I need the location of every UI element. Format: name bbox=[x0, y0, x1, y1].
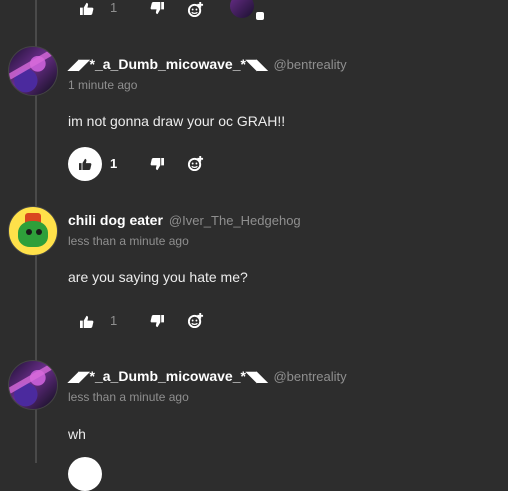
thumbs-up-icon bbox=[79, 2, 93, 15]
add-reaction-button[interactable] bbox=[185, 0, 205, 18]
timestamp: less than a minute ago bbox=[68, 234, 189, 248]
like-button[interactable] bbox=[76, 0, 96, 16]
avatar[interactable] bbox=[8, 46, 58, 96]
dislike-button[interactable] bbox=[147, 0, 167, 16]
like-button[interactable] bbox=[68, 457, 102, 491]
thumbs-down-icon bbox=[150, 314, 164, 327]
username[interactable]: chili dog eater bbox=[68, 212, 163, 228]
username[interactable]: ◢◤*_a_Dumb_micowave_*◥◣ bbox=[68, 56, 267, 73]
dislike-button[interactable] bbox=[147, 156, 167, 172]
timestamp: less than a minute ago bbox=[68, 390, 189, 404]
comment-text: im not gonna draw your oc GRAH!! bbox=[68, 113, 286, 129]
thumbs-down-icon bbox=[150, 157, 164, 170]
thumbs-down-icon bbox=[150, 1, 164, 14]
comment-text: are you saying you hate me? bbox=[68, 269, 248, 285]
comment-text: wh bbox=[68, 426, 86, 442]
add-reaction-icon bbox=[187, 1, 203, 17]
add-reaction-button[interactable] bbox=[185, 311, 205, 329]
like-count: 1 bbox=[110, 313, 118, 328]
add-reaction-icon bbox=[187, 155, 203, 171]
author-row: chili dog eater @Iver_The_Hedgehog bbox=[68, 212, 301, 228]
thumbs-up-icon bbox=[79, 158, 92, 170]
dislike-button[interactable] bbox=[147, 313, 167, 329]
user-handle[interactable]: @bentreality bbox=[273, 57, 346, 72]
username[interactable]: ◢◤*_a_Dumb_micowave_*◥◣ bbox=[68, 368, 267, 385]
add-reaction-button[interactable] bbox=[185, 154, 205, 172]
like-count: 1 bbox=[110, 0, 118, 15]
avatar[interactable] bbox=[8, 360, 58, 410]
author-row: ◢◤*_a_Dumb_micowave_*◥◣ @bentreality bbox=[68, 368, 347, 385]
avatar[interactable] bbox=[8, 206, 58, 256]
add-reaction-icon bbox=[187, 312, 203, 328]
thumbs-up-icon bbox=[79, 315, 93, 328]
like-count: 1 bbox=[110, 156, 118, 171]
user-handle[interactable]: @bentreality bbox=[273, 369, 346, 384]
like-button[interactable] bbox=[68, 147, 102, 181]
like-button[interactable] bbox=[76, 313, 96, 329]
timestamp: 1 minute ago bbox=[68, 78, 138, 92]
reaction-badge bbox=[256, 12, 264, 20]
author-row: ◢◤*_a_Dumb_micowave_*◥◣ @bentreality bbox=[68, 56, 347, 73]
user-handle[interactable]: @Iver_The_Hedgehog bbox=[169, 213, 301, 228]
reaction-avatar bbox=[230, 0, 254, 18]
